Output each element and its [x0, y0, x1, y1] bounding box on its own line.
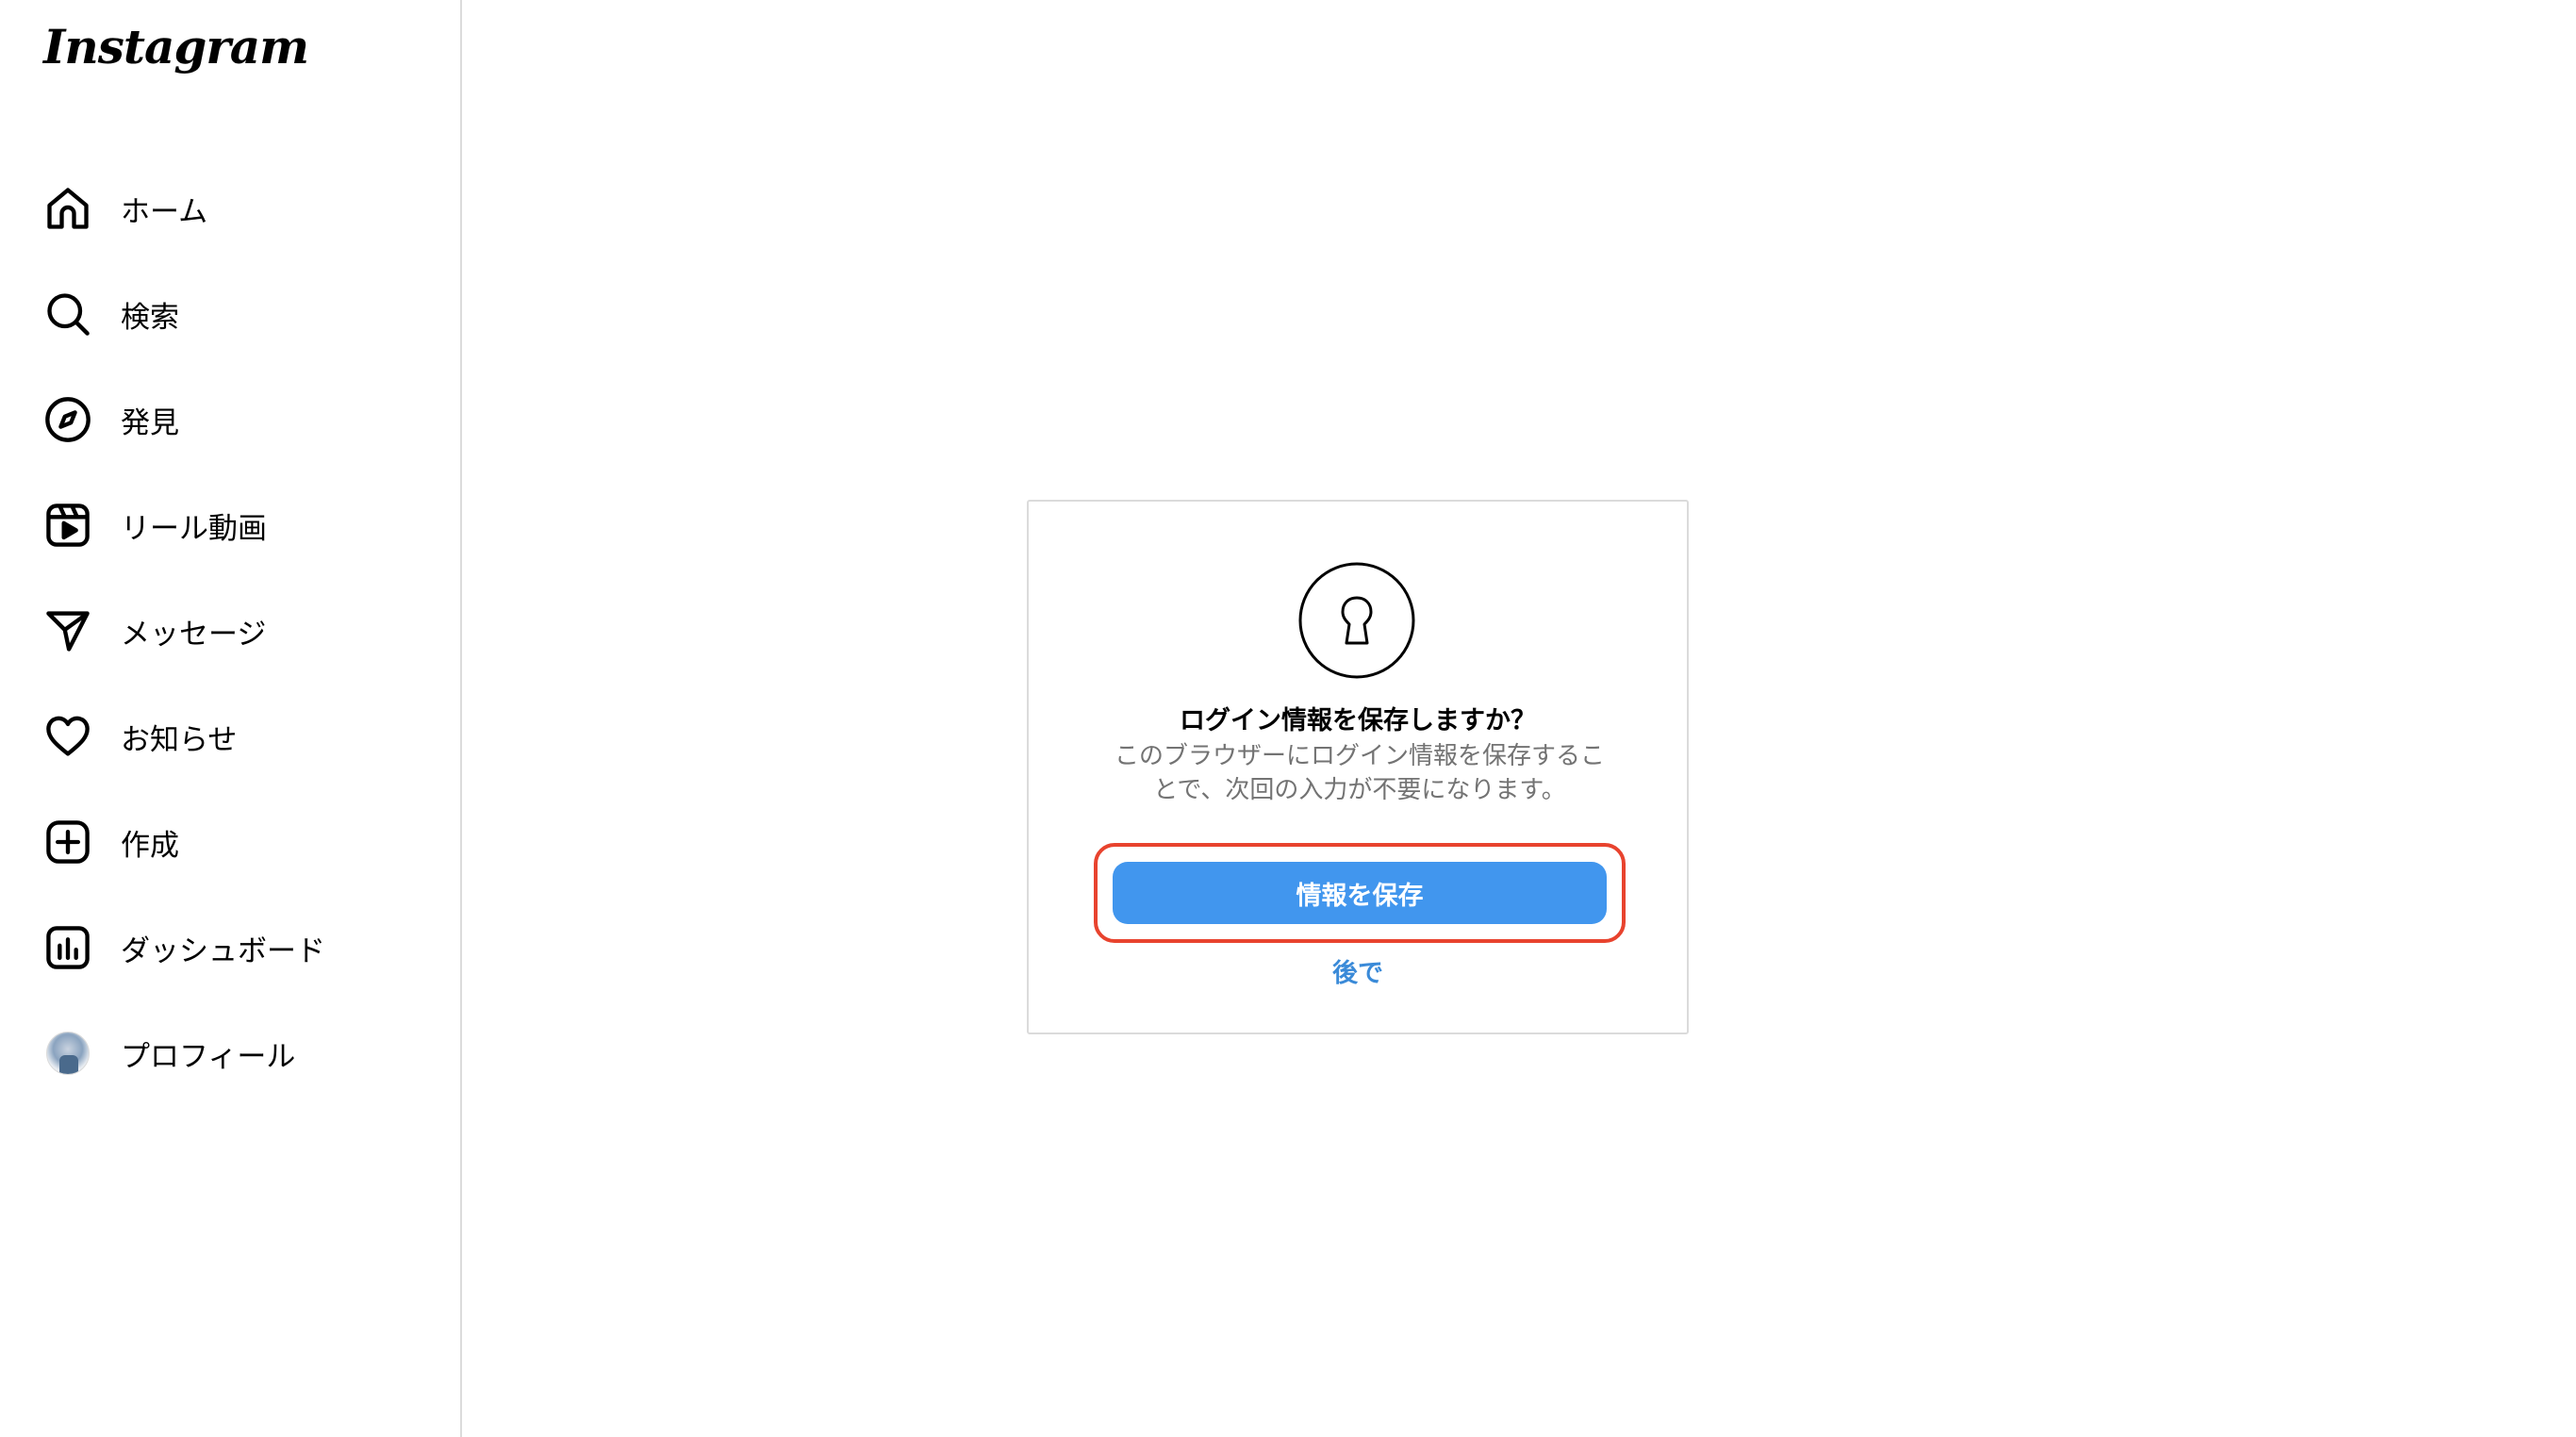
sidebar-item-label: お知らせ [121, 722, 238, 757]
sidebar: Instagram ホーム 検索 発見 リール動画 メッセージ お知らせ 作成 … [0, 0, 462, 1437]
sidebar-item-messages[interactable]: メッセージ [0, 578, 460, 684]
sidebar-item-profile[interactable]: プロフィール [0, 1000, 460, 1106]
sidebar-item-reels[interactable]: リール動画 [0, 472, 460, 578]
heart-icon [41, 710, 94, 763]
dialog-title: ログイン情報を保存しますか？ [1180, 706, 1536, 735]
sidebar-item-label: 作成 [121, 828, 179, 863]
paper-plane-icon [41, 604, 94, 657]
dialog-description: このブラウザーにログイン情報を保存することで、次回の入力が不要になります。 [1114, 742, 1605, 804]
avatar-wrapper [41, 1027, 94, 1080]
sidebar-item-label: 検索 [121, 300, 179, 335]
home-icon [41, 182, 94, 235]
save-login-dialog: ログイン情報を保存しますか？ このブラウザーにログイン情報を保存することで、次回… [1027, 500, 1689, 1034]
save-info-button[interactable]: 情報を保存 [1113, 862, 1607, 924]
sidebar-item-dashboard[interactable]: ダッシュボード [0, 895, 460, 1000]
avatar [46, 1032, 90, 1075]
sidebar-nav: ホーム 検索 発見 リール動画 メッセージ お知らせ 作成 ダッシュボード プロ… [0, 156, 460, 1106]
compass-icon [41, 393, 94, 446]
dashboard-icon [41, 921, 94, 974]
sidebar-item-label: リール動画 [121, 511, 267, 546]
sidebar-item-explore[interactable]: 発見 [0, 367, 460, 472]
sidebar-item-notifications[interactable]: お知らせ [0, 684, 460, 789]
sidebar-item-label: ホーム [121, 194, 208, 229]
sidebar-item-search[interactable]: 検索 [0, 261, 460, 367]
sidebar-item-label: メッセージ [121, 617, 267, 652]
sidebar-item-create[interactable]: 作成 [0, 789, 460, 895]
sidebar-item-label: 発見 [121, 405, 179, 440]
sidebar-item-label: ダッシュボード [121, 933, 325, 968]
sidebar-item-home[interactable]: ホーム [0, 156, 460, 261]
not-now-button[interactable]: 後で [1029, 952, 1687, 989]
main-content: ログイン情報を保存しますか？ このブラウザーにログイン情報を保存することで、次回… [462, 0, 2576, 1437]
sidebar-item-label: プロフィール [121, 1039, 296, 1074]
instagram-logo[interactable]: Instagram [43, 19, 309, 74]
reels-icon [41, 499, 94, 552]
search-icon [41, 288, 94, 340]
keyhole-lock-icon [1298, 562, 1415, 679]
plus-square-icon [41, 816, 94, 868]
